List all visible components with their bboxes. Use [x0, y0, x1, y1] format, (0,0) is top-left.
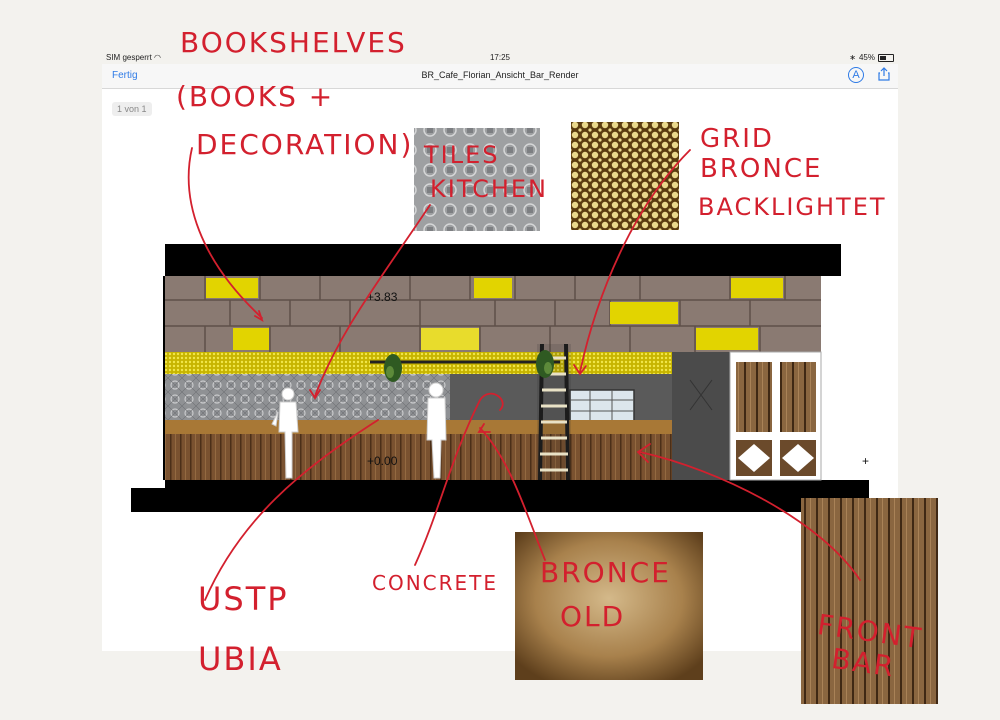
- annotation-ustp-2: UBIA: [198, 640, 283, 678]
- front-bar-wood: [165, 434, 672, 480]
- display-case: [569, 389, 635, 423]
- wooden-door: [729, 351, 822, 481]
- annotation-bookshelves-1: BOOKSHELVES: [180, 26, 407, 59]
- floor-slab: [131, 480, 869, 512]
- hanging-plant-left: [384, 354, 402, 382]
- annotation-grid-3: BACKLIGHTET: [698, 193, 887, 221]
- annotation-grid-1: GRID: [700, 124, 774, 154]
- annotation-ustp-1: USTP: [198, 580, 289, 618]
- left-gap: [131, 244, 165, 488]
- counter-top: [165, 420, 672, 434]
- bookshelf-brick-wall: [165, 276, 821, 352]
- annotation-tiles-2: KITCHEN: [430, 175, 548, 203]
- tiles-backsplash: [165, 374, 450, 420]
- annotation-bronce-1: BRONCE: [540, 556, 671, 589]
- level-bottom-label: +0.00: [367, 454, 398, 468]
- ceiling-slab: [131, 244, 841, 276]
- grid-bronze-swatch: [571, 122, 679, 230]
- level-top-label: +3.83: [367, 290, 398, 304]
- annotation-bookshelves-2: (BOOKS +: [176, 80, 335, 113]
- plus-mark: +: [862, 454, 869, 468]
- annotation-bronce-2: OLD: [560, 600, 626, 633]
- annotation-tiles-1: TILES: [424, 141, 500, 169]
- hanging-plant-right: [536, 350, 554, 378]
- left-edge: [163, 276, 165, 480]
- annotation-grid-2: BRONCE: [700, 154, 823, 184]
- concrete-column: [672, 352, 732, 480]
- annotation-bookshelves-3: DECORATION): [196, 128, 414, 161]
- annotation-concrete: CONCRETE: [372, 571, 499, 595]
